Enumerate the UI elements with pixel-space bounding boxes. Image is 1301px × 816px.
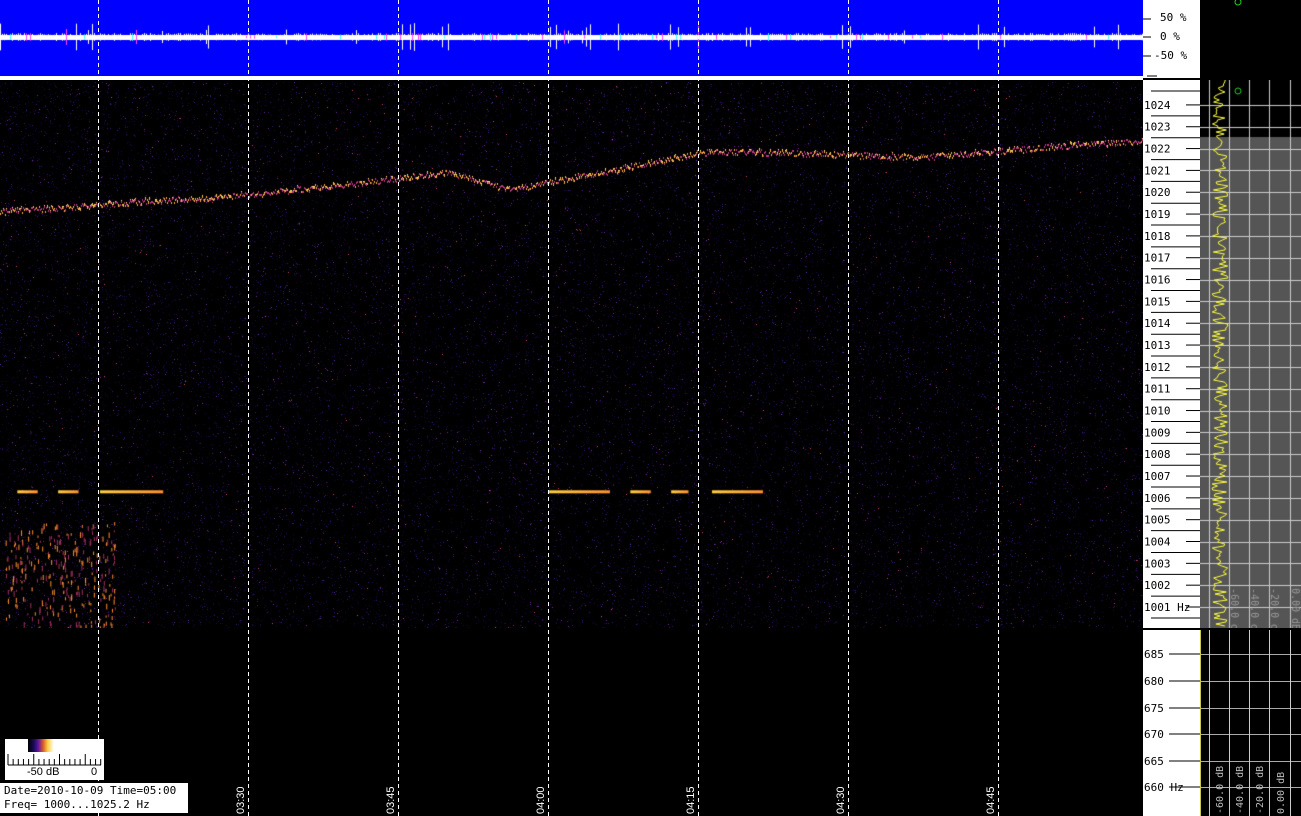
freq-label: 1022 [1144,143,1171,156]
color-bar[interactable]: -50 dB 0 [5,739,104,780]
lower-freq-label: 660 Hz [1144,781,1184,794]
time-label: 04:00 [535,786,547,814]
freq-label: 1018 [1144,230,1171,243]
freq-label: 1008 [1144,448,1171,461]
time-label: 03:30 [235,786,247,814]
scope-divider[interactable] [0,76,1143,80]
freq-label: 1004 [1144,536,1171,549]
lower-db-label: -60.0 dB [1215,766,1226,814]
frequency-scale[interactable]: 1024 1023 1022 1021 1020 1019 1018 1017 1016 1015… [1143,80,1200,628]
freq-label: 1016 [1144,274,1171,287]
freq-label: 1020 [1144,186,1171,199]
freq-label: 1019 [1144,208,1171,221]
freq-label: 1017 [1144,252,1171,265]
scope-label-50: 50 % [1160,11,1187,24]
freq-label: 1002 [1144,579,1171,592]
scope-trace [0,0,1143,76]
freq-label: 1007 [1144,470,1171,483]
scope-label-minus50: -50 % [1154,49,1187,62]
lower-freq-label: 675 [1144,702,1164,715]
time-label: 04:15 [685,786,697,814]
freq-label: 1013 [1144,339,1171,352]
color-bar-ticks [7,754,102,766]
scope-display [0,0,1143,76]
scope-amplitude-scale: 50 % 0 % -50 % [1143,0,1200,78]
lower-db-label: -20.0 dB [1255,766,1266,814]
lower-freq-label: 665 [1144,755,1164,768]
freq-label: 1021 [1144,164,1171,177]
time-label: 04:30 [835,786,847,814]
freq-label: 1006 [1144,492,1171,505]
lower-frequency-scale[interactable]: 685 680 675 670 665 660 Hz [1143,630,1200,816]
freq-label: 1003 [1144,557,1171,570]
lower-freq-label: 680 [1144,675,1164,688]
scope-label-0: 0 % [1160,30,1180,43]
marker-circle-icon [1234,0,1242,6]
colorbar-max-label: 0 [91,766,98,778]
freq-label: 1012 [1144,361,1171,374]
freq-label: 1010 [1144,405,1171,418]
freq-label: 1005 [1144,514,1171,527]
info-box: Date=2010-10-09 Time=05:00 Freq= 1000...… [0,783,188,813]
freq-label: 1014 [1144,317,1171,330]
lower-db-label: -40.0 dB [1235,766,1246,814]
lower-freq-label: 685 [1144,648,1164,661]
time-label: 04:45 [985,786,997,814]
color-gradient [28,739,104,752]
lower-db-label: 0.00 dB [1276,772,1287,814]
date-time-text: Date=2010-10-09 Time=05:00 [4,784,177,797]
freq-label: 1024 [1144,99,1171,112]
scope-side-panel [1200,0,1301,80]
freq-label: 1001 Hz [1144,601,1190,614]
freq-range-text: Freq= 1000...1025.2 Hz [4,798,150,811]
time-label: 03:45 [385,786,397,814]
freq-label: 1011 [1144,383,1171,396]
freq-label: 1009 [1144,426,1171,439]
freq-label: 1015 [1144,295,1171,308]
colorbar-min-label: -50 dB [27,766,60,778]
spectrum-graph[interactable] [1200,80,1301,628]
freq-label: 1023 [1144,121,1171,134]
lower-spectrum-graph: -60.0 dB -40.0 dB -20.0 dB 0.00 dB [1200,630,1301,816]
waterfall-spectrogram[interactable] [0,82,1143,628]
lower-freq-label: 670 [1144,728,1164,741]
